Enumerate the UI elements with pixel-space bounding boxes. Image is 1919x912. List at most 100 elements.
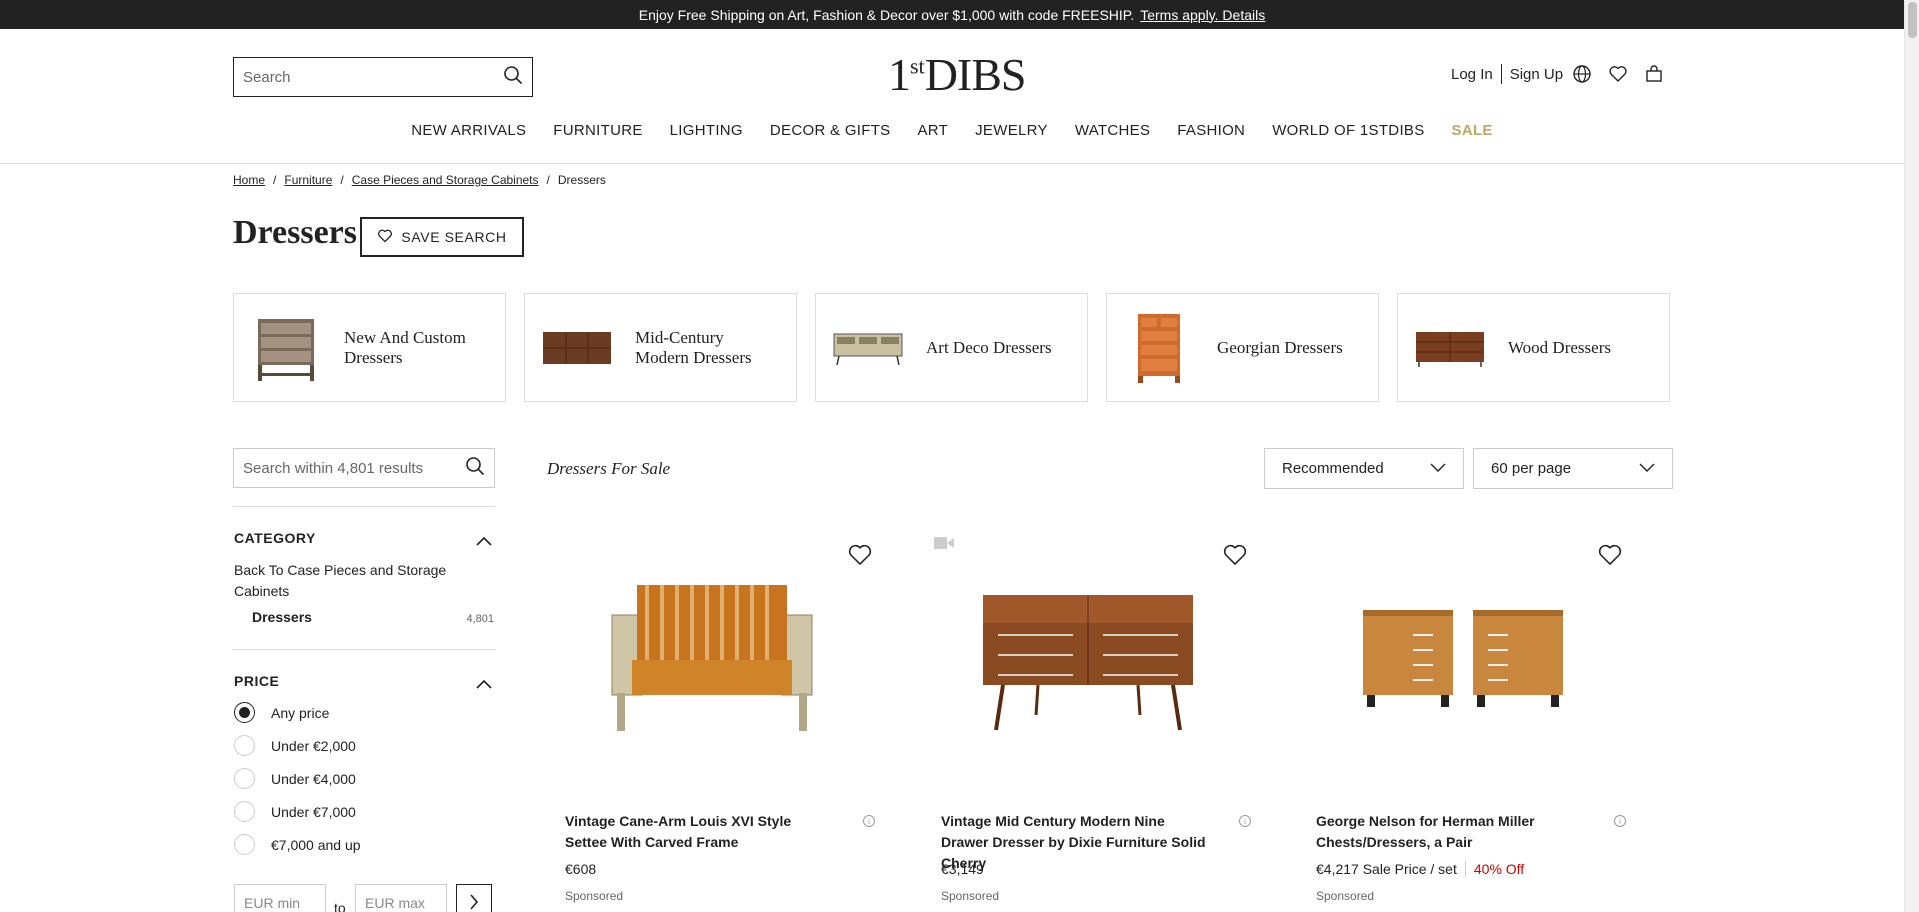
price-max-input[interactable]: EUR max bbox=[355, 884, 447, 912]
breadcrumb: Home / Furniture / Case Pieces and Stora… bbox=[233, 173, 606, 187]
globe-icon[interactable] bbox=[1572, 64, 1594, 86]
nav-divider bbox=[0, 163, 1904, 164]
price-value: €3,149 bbox=[941, 861, 984, 877]
price-option-label: €7,000 and up bbox=[271, 836, 361, 853]
category-count: 4,801 bbox=[466, 613, 494, 625]
main-nav: NEW ARRIVALS FURNITURE LIGHTING DECOR & … bbox=[0, 122, 1904, 139]
chevron-down-icon bbox=[1430, 460, 1446, 477]
tile-new-and-custom-dressers[interactable]: New And Custom Dressers bbox=[233, 293, 506, 402]
nav-decor-gifts[interactable]: DECOR & GIFTS bbox=[770, 122, 891, 139]
favorite-heart-icon[interactable] bbox=[1222, 542, 1248, 568]
page-title: Dressers bbox=[233, 214, 357, 251]
breadcrumb-case-pieces[interactable]: Case Pieces and Storage Cabinets bbox=[352, 173, 539, 187]
radio[interactable] bbox=[234, 834, 255, 855]
page-scrollbar[interactable] bbox=[1904, 0, 1919, 912]
site-logo[interactable]: 1stDIBS bbox=[888, 52, 1026, 98]
product-image[interactable] bbox=[923, 570, 1253, 740]
radio-selected[interactable] bbox=[234, 702, 255, 723]
info-icon[interactable]: i bbox=[1614, 815, 1626, 827]
nav-world-of-1stdibs[interactable]: WORLD OF 1STDIBS bbox=[1272, 122, 1424, 139]
tile-label: Wood Dressers bbox=[1508, 337, 1611, 357]
sort-dropdown[interactable]: Recommended bbox=[1264, 448, 1464, 489]
price-option-under-2000[interactable]: Under €2,000 bbox=[234, 735, 356, 756]
nav-fashion[interactable]: FASHION bbox=[1177, 122, 1245, 139]
account-links: Log In Sign Up bbox=[1451, 64, 1563, 84]
search-within-results-input[interactable]: Search within 4,801 results bbox=[233, 448, 495, 488]
price-option-under-7000[interactable]: Under €7,000 bbox=[234, 801, 356, 822]
tile-georgian-dressers[interactable]: Georgian Dressers bbox=[1106, 293, 1379, 402]
breadcrumb-furniture[interactable]: Furniture bbox=[284, 173, 332, 187]
price-option-any[interactable]: Any price bbox=[234, 702, 329, 723]
tile-label: Mid-Century Modern Dressers bbox=[635, 327, 752, 367]
radio[interactable] bbox=[234, 735, 255, 756]
tile-mid-century-modern-dressers[interactable]: Mid-Century Modern Dressers bbox=[524, 293, 797, 402]
breadcrumb-separator: / bbox=[273, 173, 277, 187]
price-value: €608 bbox=[565, 861, 597, 877]
price-option-7000-up[interactable]: €7,000 and up bbox=[234, 834, 361, 855]
tile-thumbnail bbox=[1414, 312, 1486, 384]
results-title: Dressers For Sale bbox=[547, 459, 671, 478]
price-option-under-4000[interactable]: Under €4,000 bbox=[234, 768, 356, 789]
discount-badge: 40% Off bbox=[1464, 861, 1524, 877]
breadcrumb-separator: / bbox=[546, 173, 550, 187]
product-title[interactable]: George Nelson for Herman Miller Chests/D… bbox=[1316, 811, 1586, 853]
header-icon-group bbox=[1572, 64, 1666, 86]
price-apply-button[interactable] bbox=[456, 884, 492, 912]
per-page-selected: 60 per page bbox=[1491, 460, 1572, 477]
product-price: €3,149 bbox=[941, 861, 984, 877]
chevron-right-icon bbox=[469, 893, 479, 912]
price-heading[interactable]: PRICE bbox=[234, 673, 279, 689]
price-option-label: Any price bbox=[271, 704, 330, 721]
site-search-input[interactable]: Search bbox=[233, 57, 533, 97]
nav-new-arrivals[interactable]: NEW ARRIVALS bbox=[411, 122, 526, 139]
category-heading[interactable]: CATEGORY bbox=[234, 530, 316, 546]
tile-art-deco-dressers[interactable]: Art Deco Dressers bbox=[815, 293, 1088, 402]
price-value: €4,217 Sale Price / set bbox=[1316, 861, 1457, 877]
breadcrumb-home[interactable]: Home bbox=[233, 173, 265, 187]
link-divider bbox=[1500, 64, 1502, 84]
tile-thumbnail bbox=[541, 312, 613, 384]
save-search-label: SAVE SEARCH bbox=[401, 229, 507, 245]
video-icon bbox=[934, 536, 954, 549]
nav-furniture[interactable]: FURNITURE bbox=[553, 122, 642, 139]
price-to-label: to bbox=[334, 900, 346, 912]
tile-wood-dressers[interactable]: Wood Dressers bbox=[1397, 293, 1670, 402]
promo-terms-link[interactable]: Terms apply. Details bbox=[1140, 7, 1265, 23]
info-icon[interactable]: i bbox=[863, 815, 875, 827]
favorites-heart-icon[interactable] bbox=[1608, 64, 1630, 86]
chevron-up-icon[interactable] bbox=[476, 676, 492, 689]
product-image[interactable] bbox=[1298, 570, 1628, 740]
category-filter-dressers[interactable]: Dressers 4,801 bbox=[252, 609, 494, 625]
sponsored-label: Sponsored bbox=[941, 889, 1000, 903]
nav-sale[interactable]: SALE bbox=[1452, 122, 1493, 139]
tile-label: Georgian Dressers bbox=[1217, 337, 1343, 357]
search-icon[interactable] bbox=[465, 456, 485, 480]
product-image[interactable] bbox=[547, 570, 877, 740]
info-icon[interactable]: i bbox=[1239, 815, 1251, 827]
favorite-heart-icon[interactable] bbox=[1597, 542, 1623, 568]
nav-art[interactable]: ART bbox=[917, 122, 948, 139]
radio[interactable] bbox=[234, 801, 255, 822]
nav-jewelry[interactable]: JEWELRY bbox=[975, 122, 1048, 139]
favorite-heart-icon[interactable] bbox=[847, 542, 873, 568]
product-price: €608 bbox=[565, 861, 596, 877]
sort-selected: Recommended bbox=[1282, 460, 1384, 477]
tile-label: Art Deco Dressers bbox=[926, 337, 1052, 357]
product-title[interactable]: Vintage Cane-Arm Louis XVI Style Settee … bbox=[565, 811, 835, 853]
per-page-dropdown[interactable]: 60 per page bbox=[1473, 448, 1673, 489]
nav-lighting[interactable]: LIGHTING bbox=[670, 122, 743, 139]
back-to-category-link[interactable]: Back To Case Pieces and Storage Cabinets bbox=[234, 560, 474, 602]
search-icon[interactable] bbox=[503, 65, 523, 89]
sponsored-label: Sponsored bbox=[1316, 889, 1375, 903]
price-option-label: Under €7,000 bbox=[271, 803, 356, 820]
login-link[interactable]: Log In bbox=[1451, 66, 1493, 83]
save-search-button[interactable]: SAVE SEARCH bbox=[360, 217, 524, 257]
scrollbar-thumb[interactable] bbox=[1908, 2, 1917, 38]
radio[interactable] bbox=[234, 768, 255, 789]
signup-link[interactable]: Sign Up bbox=[1510, 66, 1563, 83]
chevron-up-icon[interactable] bbox=[476, 533, 492, 546]
price-option-label: Under €2,000 bbox=[271, 737, 356, 754]
price-min-input[interactable]: EUR min bbox=[234, 884, 326, 912]
nav-watches[interactable]: WATCHES bbox=[1075, 122, 1150, 139]
shopping-bag-icon[interactable] bbox=[1644, 64, 1666, 86]
